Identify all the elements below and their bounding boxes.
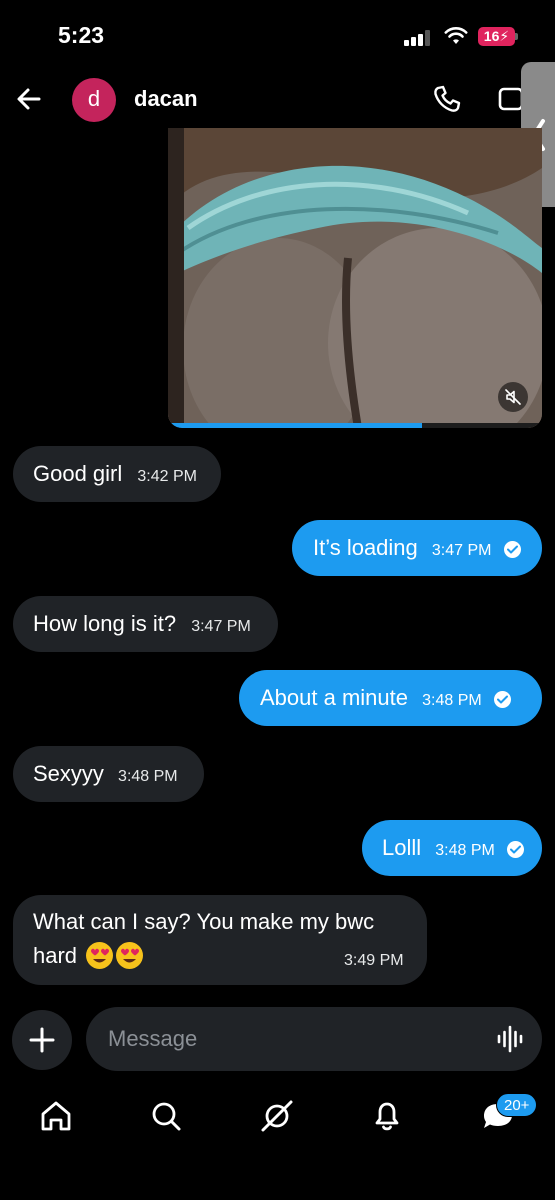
mute-button[interactable] <box>498 382 528 412</box>
message-time: 3:48 PM <box>435 842 495 859</box>
message-time: 3:42 PM <box>137 468 197 485</box>
read-receipt-icon <box>503 541 521 558</box>
notifications-icon[interactable] <box>367 1096 407 1136</box>
message-bubble-sent[interactable]: It’s loading 3:47 PM <box>292 520 542 576</box>
message-time: 3:47 PM <box>431 542 492 559</box>
battery-cap <box>515 33 518 40</box>
read-receipt-icon <box>493 691 511 708</box>
plus-icon <box>29 1027 55 1053</box>
search-icon[interactable] <box>146 1096 186 1136</box>
message-text-line-1: What can I say? You make my bwc <box>33 909 375 934</box>
read-receipt-icon <box>506 841 524 858</box>
video-progress-fill <box>168 423 423 428</box>
message-text-line-2: hard <box>33 940 144 972</box>
message-bubble-received[interactable]: Sexyyy 3:48 PM <box>13 746 204 802</box>
message-bubble-sent[interactable]: About a minute 3:48 PM <box>239 670 542 726</box>
message-text: It’s loading <box>313 535 418 560</box>
battery-level: 16 <box>483 28 500 44</box>
message-text: How long is it? <box>33 611 177 636</box>
status-time: 5:23 <box>58 22 105 48</box>
message-text: Lolll <box>382 835 422 860</box>
home-icon[interactable] <box>36 1096 76 1136</box>
avatar[interactable]: d <box>72 78 116 122</box>
message-time: 3:48 PM <box>118 768 178 785</box>
heart-eyes-emoji <box>86 942 114 969</box>
message-time: 3:47 PM <box>191 618 251 635</box>
message-text: About a minute <box>260 685 408 710</box>
speaker-muted-icon <box>505 389 521 405</box>
message-bubble-sent[interactable]: Lolll 3:48 PM <box>362 820 542 876</box>
wifi-icon <box>444 27 468 44</box>
video-attachment[interactable] <box>168 128 542 428</box>
message-text: Sexyyy <box>33 761 104 786</box>
message-time: 3:49 PM <box>344 952 404 969</box>
back-arrow-icon[interactable] <box>12 82 46 116</box>
message-bubble-received[interactable]: How long is it? 3:47 PM <box>13 596 278 652</box>
battery-indicator: 16⚡ <box>478 27 515 46</box>
video-thumbnail <box>168 128 542 428</box>
heart-eyes-emoji <box>116 942 144 969</box>
message-time: 3:48 PM <box>422 692 482 709</box>
status-bar: 5:23 16⚡ <box>0 0 555 70</box>
message-input[interactable] <box>86 1007 542 1071</box>
phone-icon[interactable] <box>430 82 464 116</box>
add-attachment-button[interactable] <box>12 1010 72 1070</box>
voice-message-icon[interactable] <box>496 1024 526 1054</box>
contact-name[interactable]: dacan <box>134 86 198 112</box>
conversation-header: d dacan <box>0 70 555 128</box>
grok-icon[interactable] <box>257 1096 297 1136</box>
message-bubble-received[interactable]: Good girl 3:42 PM <box>13 446 221 502</box>
message-text: Good girl <box>33 461 123 486</box>
message-text-end: hard <box>33 943 78 968</box>
message-bubble-received[interactable]: What can I say? You make my bwc hard 3:4… <box>13 895 427 985</box>
messages-badge: 20+ <box>496 1093 538 1117</box>
cellular-signal-icon <box>404 30 434 46</box>
